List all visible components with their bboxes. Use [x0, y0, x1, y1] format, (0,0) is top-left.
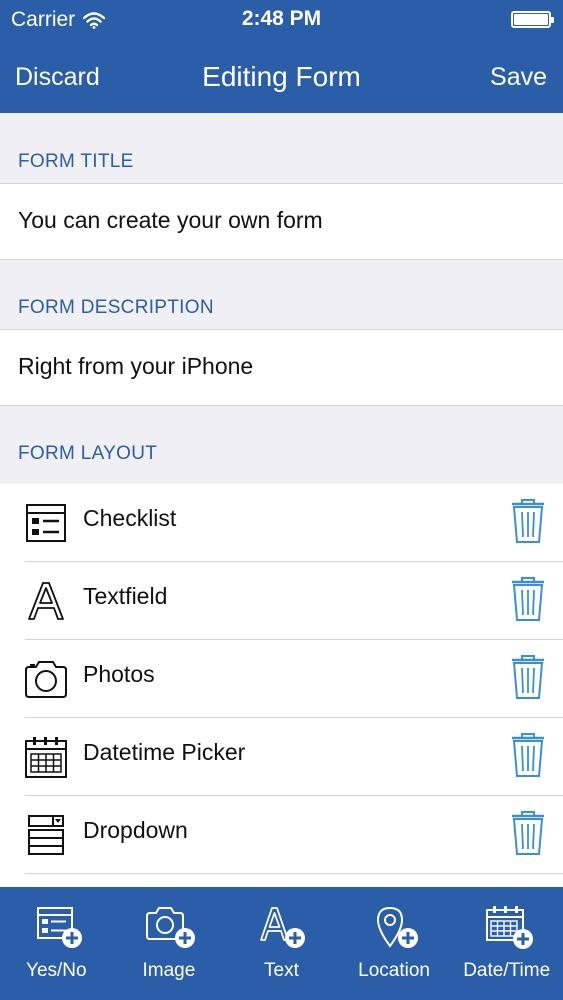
form-layout-header: FORM LAYOUT [18, 443, 158, 464]
checklist-icon [26, 504, 66, 542]
page-title: Editing Form [202, 61, 361, 92]
layout-item-checklist[interactable]: Checklist [0, 484, 563, 562]
layout-item-label: Textfield [83, 583, 168, 609]
tab-image[interactable]: Image [113, 887, 226, 1000]
form-title-value: You can create your own form [18, 207, 323, 233]
calendar-icon [25, 737, 67, 778]
tab-label: Yes/No [26, 960, 87, 981]
add-location-icon [377, 906, 419, 948]
add-text-icon [260, 907, 306, 948]
save-button[interactable]: Save [490, 63, 547, 92]
layout-item-label: Datetime Picker [83, 739, 246, 765]
tab-yes-no[interactable]: Yes/No [0, 887, 113, 1000]
tab-label: Location [358, 960, 430, 981]
form-description-header: FORM DESCRIPTION [18, 297, 214, 318]
layout-item-datetime-picker[interactable]: Datetime Picker [0, 718, 563, 796]
layout-item-photos[interactable]: Photos [0, 640, 563, 718]
top-bar: Carrier 2:48 PM Discard Editing Form Sav… [0, 0, 563, 113]
form-description-value: Right from your iPhone [18, 353, 254, 379]
textfield-icon [28, 582, 64, 620]
navigation-bar: Discard Editing Form Save [0, 40, 563, 113]
status-bar: Carrier 2:48 PM [0, 0, 563, 40]
camera-icon [25, 661, 67, 698]
battery-icon [511, 11, 554, 28]
trash-icon[interactable] [510, 654, 546, 700]
tab-label: Text [264, 960, 299, 981]
form-layout-list: Checklist Textfield Photos Datetime Pick… [0, 484, 563, 888]
tab-location[interactable]: Location [338, 887, 451, 1000]
tab-text[interactable]: Text [225, 887, 338, 1000]
layout-item-textfield[interactable]: Textfield [0, 562, 563, 640]
trash-icon[interactable] [510, 498, 546, 544]
dropdown-icon [28, 815, 64, 855]
add-checklist-icon [37, 907, 83, 948]
tab-label: Image [142, 960, 196, 981]
trash-icon[interactable] [510, 810, 546, 856]
layout-item-label: Photos [83, 661, 155, 687]
add-image-icon [145, 907, 195, 948]
layout-item-label: Checklist [83, 505, 177, 531]
form-title-header: FORM TITLE [18, 151, 134, 172]
tab-label: Date/Time [463, 960, 551, 981]
form-title-field[interactable]: You can create your own form [0, 183, 563, 260]
trash-icon[interactable] [510, 732, 546, 778]
tab-bar: Yes/No Image Text Location Date/Time [0, 887, 563, 1000]
tab-date-time[interactable]: Date/Time [450, 887, 563, 1000]
form-description-field[interactable]: Right from your iPhone [0, 329, 563, 406]
layout-item-partial[interactable] [0, 874, 563, 888]
trash-icon[interactable] [510, 576, 546, 622]
status-time: 2:48 PM [241, 7, 322, 30]
layout-item-label: Dropdown [83, 817, 188, 843]
add-datetime-icon [485, 906, 533, 949]
layout-item-dropdown[interactable]: Dropdown [0, 796, 563, 874]
